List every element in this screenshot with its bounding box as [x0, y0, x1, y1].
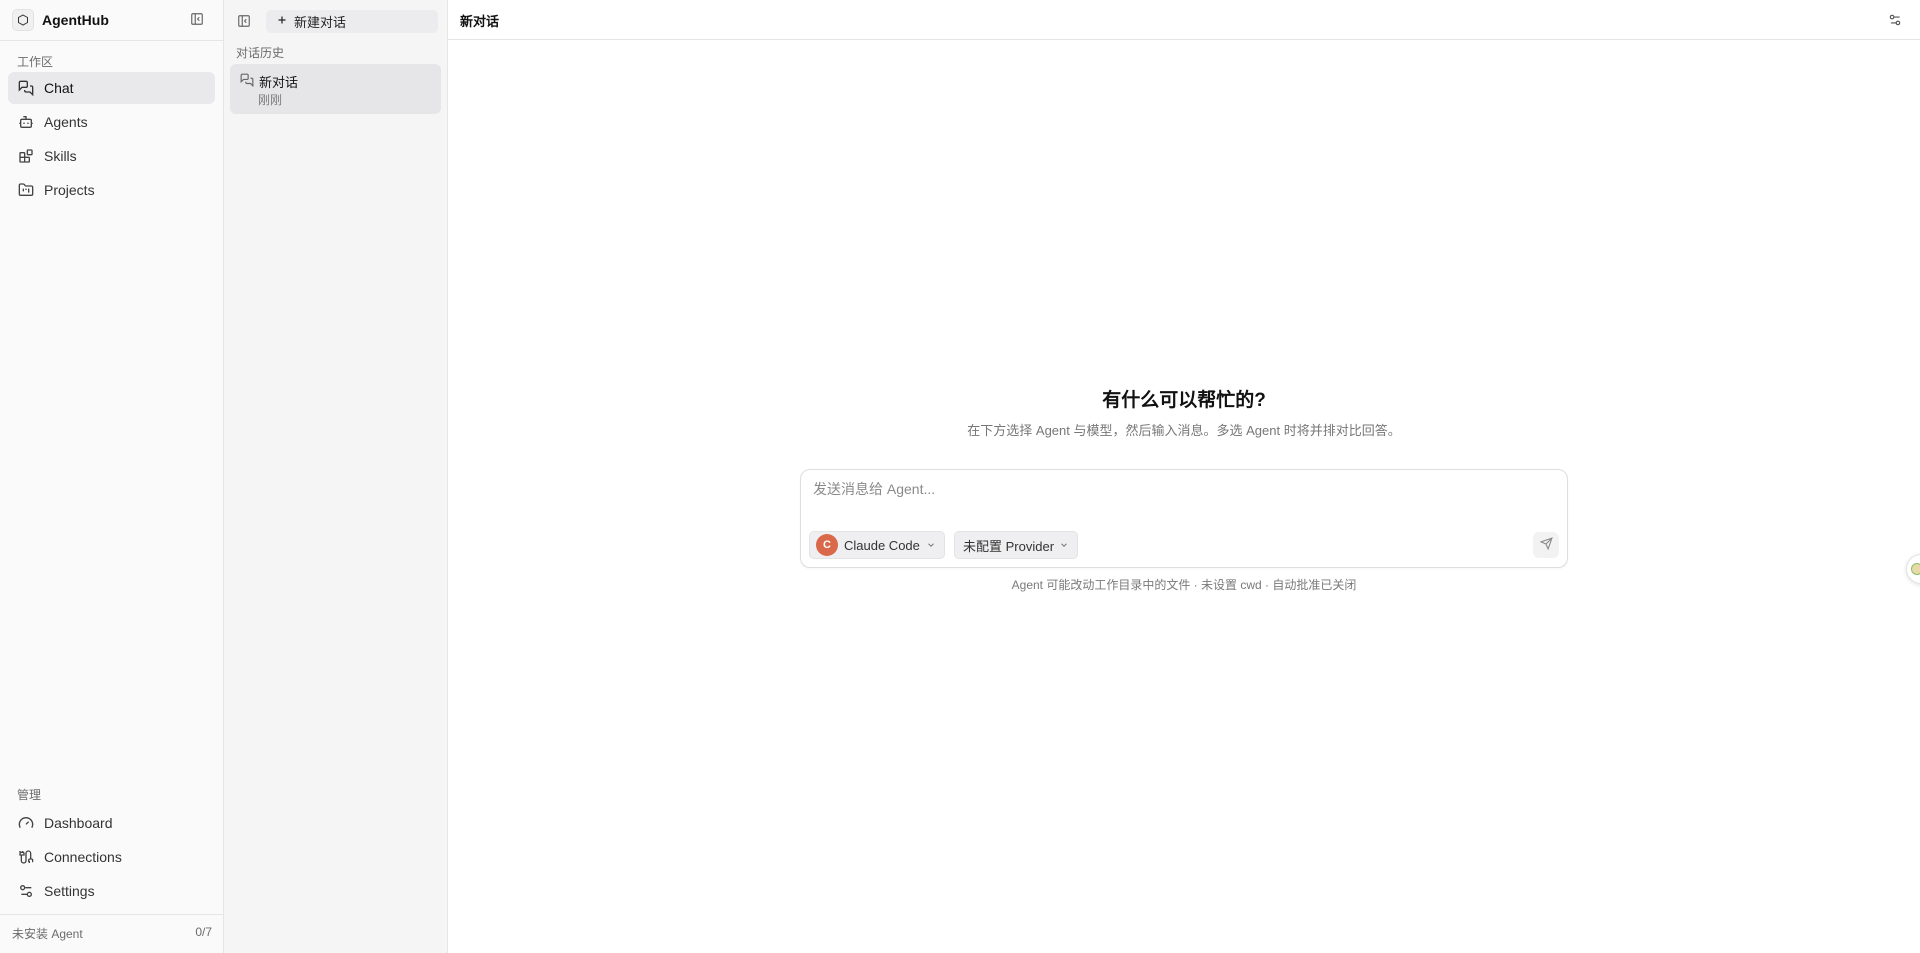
assistant-avatar-icon — [1911, 563, 1920, 575]
message-composer: C Claude Code 未配置 Provider — [800, 469, 1568, 568]
sidebar-item-dashboard[interactable]: Dashboard — [8, 807, 215, 839]
new-chat-button[interactable]: 新建对话 — [266, 10, 438, 33]
hero-title: 有什么可以帮忙的? — [1102, 390, 1266, 411]
sidebar-item-label: Settings — [44, 883, 95, 899]
section-label-workspace: 工作区 — [17, 55, 54, 69]
collapse-sidebar-icon[interactable] — [188, 10, 206, 28]
bot-icon — [18, 114, 34, 130]
chevron-down-icon — [1059, 540, 1069, 550]
sidebar-item-label: Chat — [44, 80, 74, 96]
sidebar-item-skills[interactable]: Skills — [8, 140, 215, 172]
sidebar-item-label: Dashboard — [44, 815, 113, 831]
sidebar-item-projects[interactable]: Projects — [8, 174, 215, 206]
sidebar-item-label: Skills — [44, 148, 77, 164]
composer-note: Agent 可能改动工作目录中的文件 · 未设置 cwd · 自动批准已关闭 — [1011, 578, 1357, 592]
send-icon — [1539, 537, 1553, 553]
hero-subtitle: 在下方选择 Agent 与模型，然后输入消息。多选 Agent 时将并排对比回答… — [967, 423, 1401, 438]
provider-selector-label: 未配置 Provider — [963, 538, 1055, 554]
message-input[interactable] — [813, 481, 1553, 497]
send-button[interactable] — [1533, 532, 1559, 558]
app-name: AgentHub — [42, 12, 109, 28]
sidebar-item-agents[interactable]: Agents — [8, 106, 215, 138]
agent-install-status: 未安装 Agent — [12, 927, 83, 941]
toggle-history-icon[interactable] — [236, 13, 252, 29]
chat-icon — [18, 80, 34, 96]
sidebar-item-label: Connections — [44, 849, 122, 865]
gauge-icon — [18, 815, 34, 831]
sidebar-item-settings[interactable]: Settings — [8, 875, 215, 907]
page-title: 新对话 — [460, 14, 500, 29]
sidebar-item-connections[interactable]: Connections — [8, 841, 215, 873]
sidebar: AgentHub 工作区 Chat Agents Skills Projects… — [0, 0, 224, 953]
sidebar-item-label: Projects — [44, 182, 95, 198]
agent-selector[interactable]: C Claude Code — [809, 531, 945, 559]
chevron-down-icon — [926, 540, 936, 550]
brand[interactable]: AgentHub — [12, 8, 109, 32]
chat-icon — [240, 73, 254, 90]
history-item[interactable]: 新对话 刚刚 — [230, 64, 441, 114]
agent-selector-label: Claude Code — [844, 537, 920, 553]
sidebar-divider — [0, 914, 223, 915]
provider-selector[interactable]: 未配置 Provider — [954, 531, 1079, 559]
plus-icon — [276, 14, 288, 29]
sliders-icon — [18, 883, 34, 899]
history-item-title: 新对话 — [259, 75, 299, 90]
blocks-icon — [18, 148, 34, 164]
sidebar-footer: 未安装 Agent 0/7 — [12, 925, 212, 942]
sidebar-divider — [0, 40, 223, 41]
hexagon-logo-icon — [12, 9, 34, 31]
sidebar-item-label: Agents — [44, 114, 88, 130]
sidebar-item-chat[interactable]: Chat — [8, 72, 215, 104]
agent-avatar: C — [816, 534, 838, 556]
history-panel: 新建对话 对话历史 新对话 刚刚 — [224, 0, 448, 953]
history-item-time: 刚刚 — [258, 93, 283, 107]
settings-sliders-icon[interactable] — [1886, 11, 1904, 29]
cable-icon — [18, 849, 34, 865]
folder-kanban-icon — [18, 182, 34, 198]
agent-count: 0/7 — [195, 925, 212, 939]
main-area: 新对话 有什么可以帮忙的? 在下方选择 Agent 与模型，然后输入消息。多选 … — [448, 0, 1920, 953]
section-label-manage: 管理 — [17, 788, 42, 802]
new-chat-label: 新建对话 — [294, 15, 347, 30]
main-header: 新对话 — [448, 0, 1920, 40]
history-section-label: 对话历史 — [236, 46, 285, 60]
